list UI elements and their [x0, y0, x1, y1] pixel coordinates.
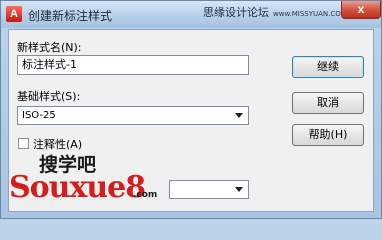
base-style-select[interactable]: ISO-25 [17, 106, 249, 125]
site-watermark-text: 思缘设计论坛 [203, 6, 269, 19]
new-style-name-label: 新样式名(N): [17, 41, 82, 54]
new-style-name-input[interactable]: 标注样式-1 [17, 55, 249, 75]
site-watermark: 思缘设计论坛 www.MISSYUAN.COM [203, 4, 347, 20]
cancel-button[interactable]: 取消 [292, 92, 364, 114]
base-style-selected: ISO-25 [22, 110, 56, 121]
help-button[interactable]: 帮助(H) [292, 124, 364, 146]
close-button[interactable]: x [341, 1, 381, 19]
create-dimension-style-dialog: A 创建新标注样式 思缘设计论坛 www.MISSYUAN.COM x 新样式名(… [0, 0, 382, 219]
site-watermark-url: www.MISSYUAN.COM [273, 10, 347, 18]
apply-to-select[interactable] [169, 180, 249, 199]
base-style-label: 基础样式(S): [17, 90, 81, 103]
window-title: 创建新标注样式 [28, 9, 113, 23]
chevron-down-icon [235, 113, 243, 118]
autocad-app-icon: A [6, 6, 22, 22]
dialog-content: 新样式名(N): 标注样式-1 基础样式(S): ISO-25 注释性(A) 继… [8, 29, 374, 212]
title-bar[interactable]: A 创建新标注样式 思缘设计论坛 www.MISSYUAN.COM x [1, 1, 381, 28]
annotative-checkbox[interactable] [18, 138, 29, 149]
souxue-watermark-suffix: .com [133, 190, 158, 200]
continue-button[interactable]: 继续 [292, 56, 364, 78]
souxue-watermark-logo: Souxue8 .com [9, 170, 159, 210]
souxue-watermark-en: Souxue8 [9, 170, 146, 205]
close-icon: x [357, 2, 365, 16]
chevron-down-icon [235, 187, 243, 192]
